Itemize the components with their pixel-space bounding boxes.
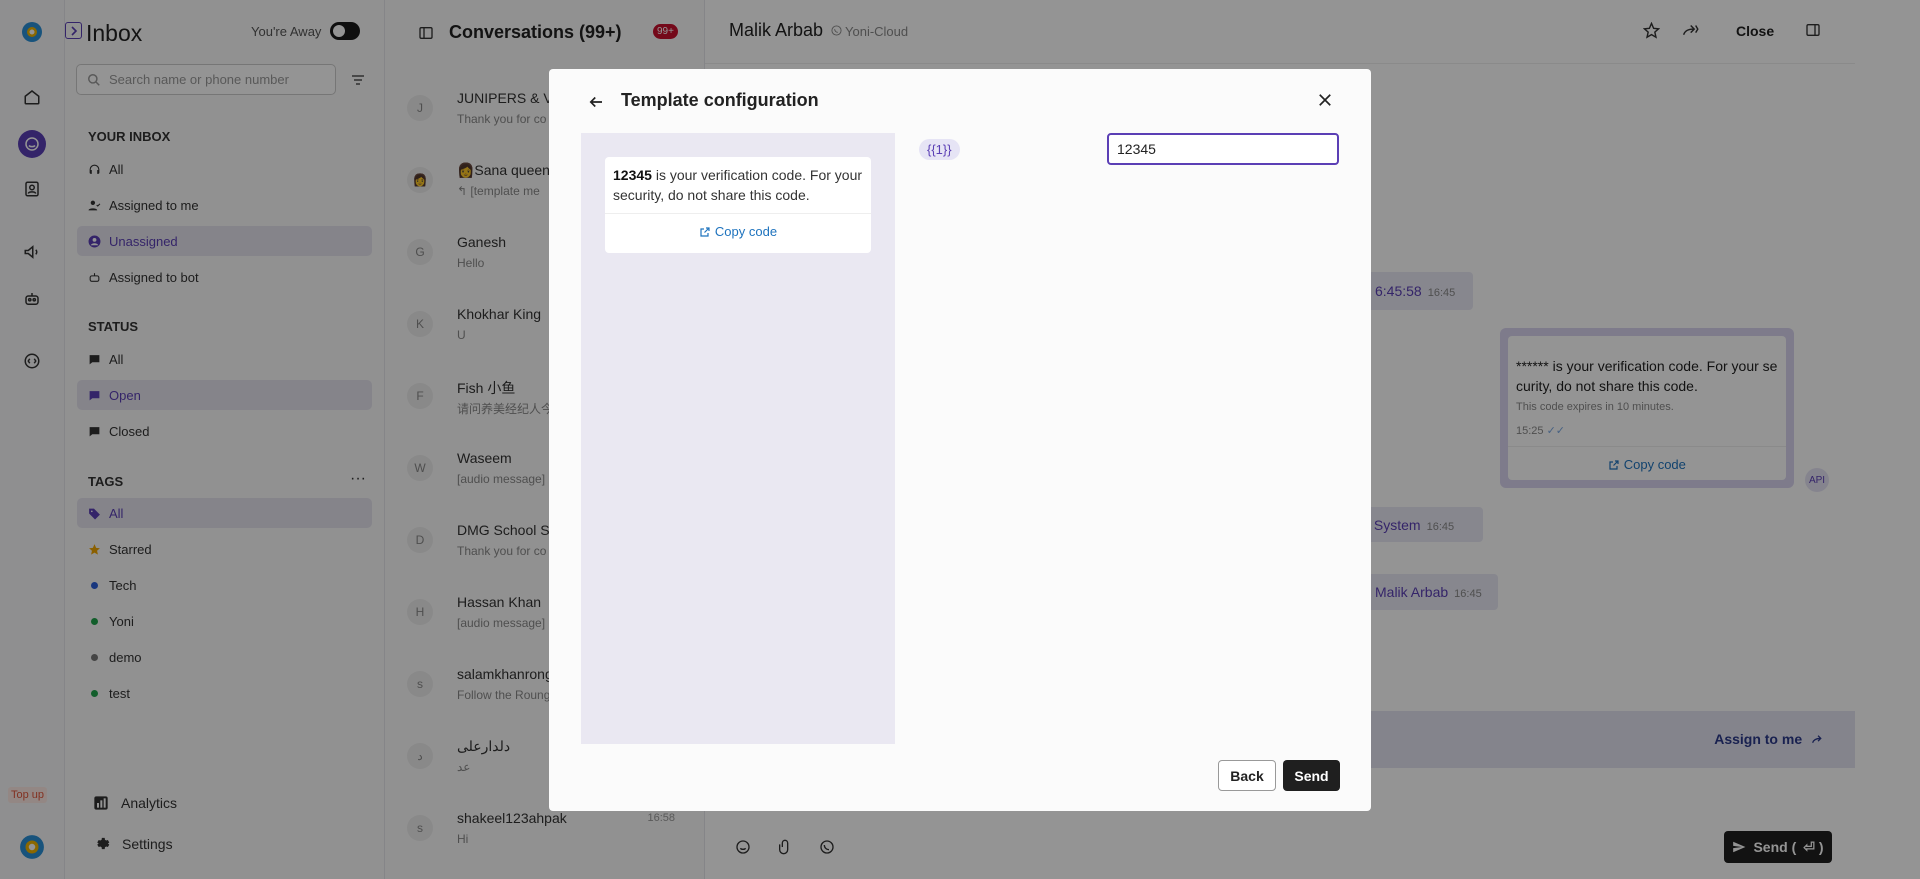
template-configuration-modal: Template configuration 12345 is your ver… xyxy=(549,69,1371,811)
variable-chip: {{1}} xyxy=(919,139,960,160)
template-preview: 12345 is your verification code. For you… xyxy=(581,133,895,744)
back-button[interactable]: Back xyxy=(1218,760,1276,791)
preview-text: 12345 is your verification code. For you… xyxy=(613,167,863,203)
preview-copy-code[interactable]: Copy code xyxy=(605,213,871,239)
preview-card: 12345 is your verification code. For you… xyxy=(605,157,871,253)
close-icon[interactable] xyxy=(1316,91,1334,109)
back-arrow-icon[interactable] xyxy=(587,93,605,111)
modal-title: Template configuration xyxy=(621,90,819,110)
send-button[interactable]: Send xyxy=(1283,760,1340,791)
variable-value-input[interactable] xyxy=(1117,141,1327,157)
variable-input-box xyxy=(1107,133,1339,165)
